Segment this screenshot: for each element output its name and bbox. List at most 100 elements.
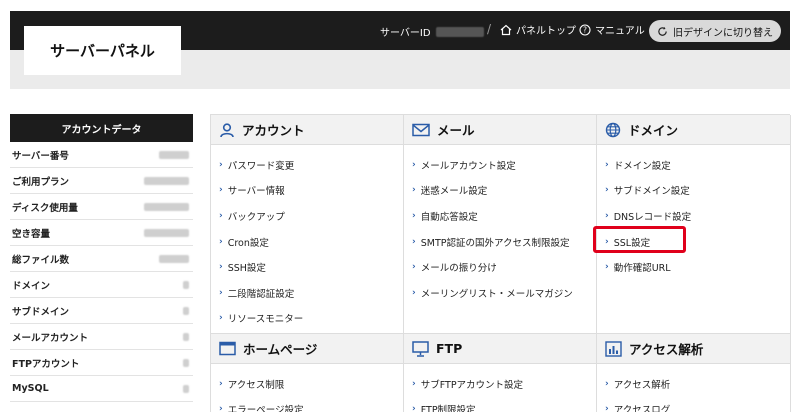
- menu-link-label: 自動応答設定: [420, 211, 478, 223]
- menu-link-access-analytics[interactable]: › アクセス解析: [597, 371, 790, 397]
- menu-link-subdomain[interactable]: › サブドメイン設定: [597, 178, 790, 204]
- chevron-right-icon: ›: [605, 159, 609, 170]
- menu-link-label: パスワード変更: [227, 160, 295, 172]
- account-panel: アカウント › パスワード変更 › サーバー情報 › バックアップ › Cron設定 ›…: [211, 115, 404, 334]
- menu-link-label: DNSレコード設定: [613, 211, 692, 223]
- homepage-panel: ホームページ › アクセス制限 › エラーページ設定: [211, 334, 404, 412]
- chevron-right-icon: ›: [219, 210, 223, 221]
- chevron-right-icon: ›: [605, 262, 609, 273]
- analytics-panel-title: アクセス解析: [629, 342, 704, 357]
- menu-link-label: アクセスログ: [613, 405, 671, 412]
- account-panel-title: アカウント: [242, 123, 305, 138]
- browser-window-icon: [219, 341, 236, 356]
- server-id: サーバーID: [380, 24, 484, 39]
- domain-panel: ドメイン › ドメイン設定 › サブドメイン設定 › DNSレコード設定 › SSL設定…: [597, 115, 791, 334]
- menu-link-ssh[interactable]: › SSH設定: [211, 254, 403, 280]
- menu-link-access-log[interactable]: › アクセスログ: [597, 397, 790, 412]
- sidebar-row-free-space: 空き容量: [10, 220, 193, 246]
- old-design-button[interactable]: 旧デザインに切り替え: [649, 20, 781, 42]
- sidebar-row-total-files: 総ファイル数: [10, 246, 193, 272]
- svg-text:?: ?: [583, 25, 587, 34]
- menu-link-ftp-restriction[interactable]: › FTP制限設定: [404, 397, 596, 412]
- user-icon: [220, 122, 234, 137]
- panel-top-label: パネルトップ: [516, 26, 576, 37]
- analytics-panel: アクセス解析 › アクセス解析 › アクセスログ: [597, 334, 791, 412]
- sidebar-row-server-number: サーバー番号: [10, 142, 193, 168]
- menu-link-backup[interactable]: › バックアップ: [211, 203, 403, 229]
- manual-link[interactable]: ? マニュアル: [579, 22, 645, 37]
- panel-top-link[interactable]: パネルトップ: [500, 22, 576, 37]
- ftp-panel: FTP › サブFTPアカウント設定 › FTP制限設定: [404, 334, 597, 412]
- sidebar-row-mysql: MySQL: [10, 376, 193, 402]
- homepage-panel-header: ホームページ: [211, 334, 403, 364]
- menu-link-domain-settings[interactable]: › ドメイン設定: [597, 152, 790, 178]
- mail-panel-header: メール: [404, 115, 596, 145]
- chevron-right-icon: ›: [219, 404, 223, 412]
- server-id-value-masked: [435, 26, 484, 37]
- menu-link-label: エラーページ設定: [227, 405, 304, 412]
- sidebar-row-ftp-account: FTPアカウント: [10, 350, 193, 376]
- sidebar-row-plan: ご利用プラン: [10, 168, 193, 194]
- masked-value: [144, 202, 189, 211]
- menu-link-two-factor[interactable]: › 二段階認証設定: [211, 280, 403, 306]
- menu-link-auto-reply[interactable]: › 自動応答設定: [404, 203, 596, 229]
- menu-link-label: メールの振り分け: [420, 263, 497, 275]
- sidebar-row-label: ご利用プラン: [12, 176, 70, 188]
- masked-value: [183, 384, 189, 393]
- masked-value: [144, 176, 189, 185]
- menu-link-server-info[interactable]: › サーバー情報: [211, 178, 403, 204]
- chevron-right-icon: ›: [412, 210, 416, 221]
- menu-link-access-restriction[interactable]: › アクセス制限: [211, 371, 403, 397]
- masked-value: [159, 150, 189, 159]
- menu-link-mail-filter[interactable]: › メールの振り分け: [404, 254, 596, 280]
- menu-link-label: サーバー情報: [227, 186, 285, 198]
- sidebar-row-domain: ドメイン: [10, 272, 193, 298]
- bar-chart-icon: [605, 340, 622, 357]
- sidebar-row-label: ディスク使用量: [12, 202, 78, 214]
- menu-link-label: リソースモニター: [227, 314, 304, 326]
- menu-link-label: サブドメイン設定: [613, 186, 690, 198]
- menu-link-sub-ftp[interactable]: › サブFTPアカウント設定: [404, 371, 596, 397]
- chevron-right-icon: ›: [605, 185, 609, 196]
- menu-link-label: アクセス解析: [613, 379, 671, 391]
- sidebar-row-label: ドメイン: [12, 280, 51, 292]
- ssl-highlight-box: [593, 226, 686, 253]
- menu-link-label: アクセス制限: [227, 379, 285, 391]
- masked-value: [183, 306, 189, 315]
- chevron-right-icon: ›: [412, 159, 416, 170]
- sidebar-row-disk-usage: ディスク使用量: [10, 194, 193, 220]
- menu-link-label: 動作確認URL: [613, 263, 671, 275]
- old-design-label: 旧デザインに切り替え: [673, 27, 773, 39]
- globe-icon: [605, 122, 621, 137]
- menu-link-label: ドメイン設定: [613, 160, 671, 172]
- homepage-panel-title: ホームページ: [243, 342, 318, 357]
- chevron-right-icon: ›: [219, 313, 223, 324]
- sidebar-row-label: サーバー番号: [12, 150, 69, 162]
- menu-link-mailing-list[interactable]: › メーリングリスト・メールマガジン: [404, 280, 596, 306]
- header-separator: /: [487, 22, 492, 36]
- menu-link-resource-monitor[interactable]: › リソースモニター: [211, 306, 403, 332]
- mail-panel-title: メール: [437, 123, 475, 138]
- sidebar-row-label: MySQL: [12, 383, 49, 394]
- menu-link-smtp-restriction[interactable]: › SMTP認証の国外アクセス制限設定: [404, 229, 596, 255]
- menu-link-spam[interactable]: › 迷惑メール設定: [404, 178, 596, 204]
- menu-link-dns-record[interactable]: › DNSレコード設定: [597, 203, 790, 229]
- menu-link-error-page[interactable]: › エラーページ設定: [211, 397, 403, 412]
- menu-link-test-url[interactable]: › 動作確認URL: [597, 254, 790, 280]
- monitor-icon: [412, 340, 429, 357]
- analytics-panel-header: アクセス解析: [597, 334, 790, 364]
- sidebar-title: アカウントデータ: [10, 114, 193, 142]
- masked-value: [144, 228, 189, 237]
- menu-link-cron[interactable]: › Cron設定: [211, 229, 403, 255]
- account-data-sidebar: アカウントデータ サーバー番号 ご利用プラン ディスク使用量 空き容量 総ファイ…: [10, 114, 193, 402]
- chevron-right-icon: ›: [412, 262, 416, 273]
- help-icon: ?: [579, 23, 591, 36]
- chevron-right-icon: ›: [219, 262, 223, 273]
- chevron-right-icon: ›: [219, 378, 223, 389]
- server-id-label: サーバーID: [380, 28, 431, 39]
- menu-link-password-change[interactable]: › パスワード変更: [211, 152, 403, 178]
- masked-value: [183, 358, 189, 367]
- brand-title[interactable]: サーバーパネル: [24, 26, 181, 75]
- menu-link-mail-account[interactable]: › メールアカウント設定: [404, 152, 596, 178]
- sidebar-row-label: サブドメイン: [12, 306, 70, 318]
